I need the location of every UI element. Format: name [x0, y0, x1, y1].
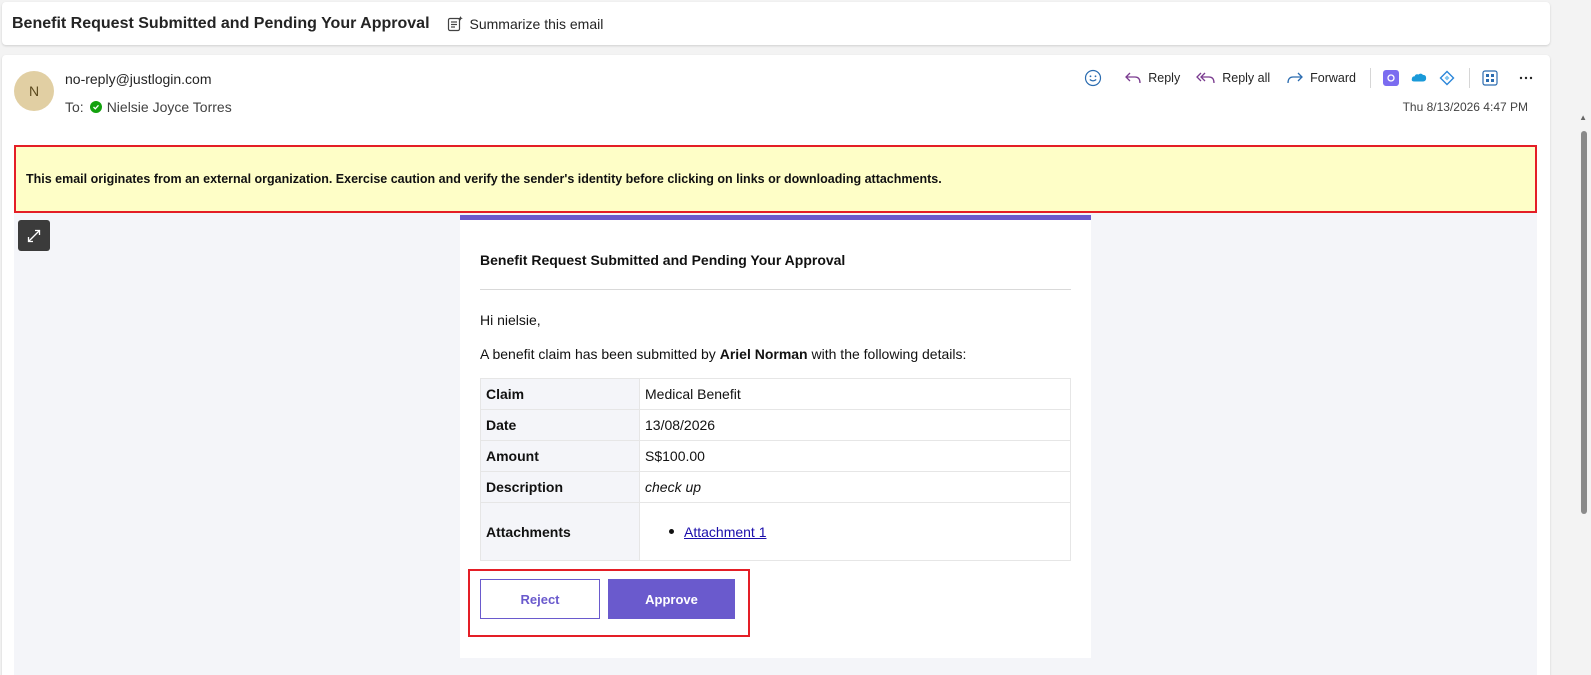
- table-row: Claim Medical Benefit: [480, 378, 1071, 410]
- table-row: Date 13/08/2026: [480, 409, 1071, 441]
- reply-all-label: Reply all: [1222, 71, 1271, 85]
- expand-button[interactable]: [18, 220, 50, 251]
- message-actions: Reply Reply all Forward: [1068, 67, 1536, 89]
- subject-bar: Benefit Request Submitted and Pending Yo…: [2, 2, 1550, 45]
- table-row: Description check up: [480, 471, 1071, 503]
- toolbar-divider: [1469, 68, 1470, 88]
- presence-available-icon: [89, 101, 102, 113]
- emoji-reaction-button[interactable]: [1084, 69, 1108, 87]
- attachments-label: Attachments: [480, 502, 640, 561]
- smiley-icon: [1085, 69, 1102, 87]
- greeting: Hi nielsie,: [480, 312, 541, 328]
- to-label: To:: [65, 99, 84, 115]
- more-options-icon[interactable]: [1516, 70, 1536, 86]
- avatar[interactable]: N: [14, 71, 54, 111]
- heading-divider: [480, 289, 1071, 290]
- scroll-thumb[interactable]: [1581, 131, 1587, 514]
- amount-value: S$100.00: [639, 440, 1071, 472]
- email-card: Benefit Request Submitted and Pending Yo…: [460, 215, 1091, 658]
- diamond-app-icon[interactable]: [1439, 70, 1455, 86]
- summarize-button[interactable]: Summarize this email: [446, 15, 604, 33]
- received-datetime: Thu 8/13/2026 4:47 PM: [1402, 100, 1528, 114]
- submitter-name: Ariel Norman: [719, 346, 808, 362]
- email-heading: Benefit Request Submitted and Pending Yo…: [480, 252, 846, 268]
- description-value: check up: [639, 471, 1071, 503]
- reply-all-button[interactable]: Reply all: [1196, 70, 1270, 86]
- email-body: This email originates from an external o…: [14, 145, 1537, 675]
- attachment-link[interactable]: Attachment 1: [684, 524, 767, 540]
- summarize-icon: [447, 15, 463, 31]
- forward-icon: [1287, 72, 1304, 84]
- reject-button[interactable]: Reject: [480, 579, 600, 619]
- reply-label: Reply: [1148, 71, 1181, 85]
- table-row: Amount S$100.00: [480, 440, 1071, 472]
- reply-all-icon: [1196, 72, 1215, 84]
- subject-title: Benefit Request Submitted and Pending Yo…: [12, 14, 430, 32]
- external-warning-banner: This email originates from an external o…: [14, 145, 1537, 213]
- claim-value: Medical Benefit: [639, 378, 1071, 410]
- apps-grid-icon[interactable]: [1482, 70, 1498, 86]
- intro-after: with the following details:: [807, 346, 967, 362]
- scrollbar[interactable]: ▲: [1577, 55, 1591, 673]
- scroll-up-icon[interactable]: ▲: [1579, 113, 1587, 122]
- description-label: Description: [480, 471, 640, 503]
- claim-label: Claim: [480, 378, 640, 410]
- reply-button[interactable]: Reply: [1124, 70, 1180, 86]
- approve-button[interactable]: Approve: [608, 579, 735, 619]
- toolbar-divider: [1370, 68, 1371, 88]
- summarize-label: Summarize this email: [469, 15, 604, 32]
- date-value: 13/08/2026: [639, 409, 1071, 441]
- mail-reading-pane: N no-reply@justlogin.com To: Nielsie Joy…: [2, 55, 1550, 675]
- expand-icon: [27, 229, 41, 242]
- attachments-value: Attachment 1: [639, 502, 1071, 561]
- forward-button[interactable]: Forward: [1286, 70, 1356, 86]
- claim-details-table: Claim Medical Benefit Date 13/08/2026 Am…: [480, 378, 1071, 561]
- amount-label: Amount: [480, 440, 640, 472]
- salesforce-icon[interactable]: [1411, 70, 1427, 86]
- loop-app-icon[interactable]: [1383, 70, 1399, 86]
- reply-icon: [1125, 72, 1141, 84]
- date-label: Date: [480, 409, 640, 441]
- intro-before: A benefit claim has been submitted by: [480, 346, 720, 362]
- sender-address[interactable]: no-reply@justlogin.com: [65, 71, 212, 87]
- bullet-icon: [669, 529, 674, 535]
- to-line: To: Nielsie Joyce Torres: [65, 99, 232, 115]
- recipient-name[interactable]: Nielsie Joyce Torres: [107, 99, 232, 115]
- intro-text: A benefit claim has been submitted by Ar…: [480, 346, 966, 362]
- table-row: Attachments Attachment 1: [480, 502, 1071, 561]
- forward-label: Forward: [1310, 71, 1356, 85]
